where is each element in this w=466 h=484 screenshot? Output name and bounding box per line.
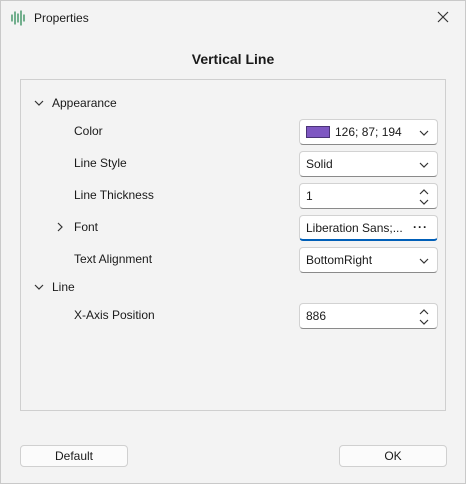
property-row-text-alignment: Text Alignment BottomRight [21, 247, 445, 275]
color-value-container: 126; 87; 194 [306, 120, 402, 144]
line-thickness-stepper[interactable]: 1 [299, 183, 438, 209]
property-row-line-thickness: Line Thickness 1 [21, 183, 445, 211]
group-line-label: Line [52, 280, 75, 294]
line-thickness-label: Line Thickness [74, 188, 154, 202]
line-style-label: Line Style [74, 156, 127, 170]
spin-buttons[interactable] [419, 188, 429, 206]
chevron-down-icon [419, 255, 429, 265]
title-bar: Properties [1, 1, 465, 35]
x-axis-position-stepper[interactable]: 886 [299, 303, 438, 329]
color-value: 126; 87; 194 [335, 125, 402, 139]
color-label: Color [74, 124, 103, 138]
property-row-font: Font Liberation Sans;... ··· [21, 215, 445, 243]
default-button[interactable]: Default [20, 445, 128, 467]
property-row-x-axis-position: X-Axis Position 886 [21, 303, 445, 331]
chevron-down-icon[interactable] [33, 281, 45, 293]
chevron-down-icon [419, 127, 429, 137]
chevron-down-icon [419, 159, 429, 169]
text-alignment-value: BottomRight [306, 253, 373, 267]
line-thickness-value: 1 [306, 189, 313, 203]
chevron-down-icon[interactable] [33, 97, 45, 109]
group-line[interactable]: Line [21, 275, 445, 303]
font-label: Font [74, 220, 99, 234]
text-alignment-dropdown[interactable]: BottomRight [299, 247, 438, 273]
ellipsis-icon[interactable]: ··· [413, 216, 428, 238]
property-row-line-style: Line Style Solid [21, 151, 445, 179]
close-icon [437, 11, 449, 26]
group-appearance[interactable]: Appearance [21, 91, 445, 119]
x-axis-position-value: 886 [306, 309, 327, 323]
line-style-value: Solid [306, 157, 333, 171]
color-swatch [306, 125, 330, 138]
property-row-color: Color 126; 87; 194 [21, 119, 445, 147]
close-button[interactable] [429, 4, 457, 32]
font-value: Liberation Sans;... [306, 221, 403, 235]
spin-buttons[interactable] [419, 308, 429, 326]
font-field[interactable]: Liberation Sans;... ··· [299, 215, 438, 241]
text-alignment-label: Text Alignment [74, 252, 153, 266]
waveform-icon [10, 10, 26, 26]
group-appearance-label: Appearance [52, 96, 117, 110]
color-dropdown[interactable]: 126; 87; 194 [299, 119, 438, 145]
ok-button[interactable]: OK [339, 445, 447, 467]
properties-window: Properties Vertical Line Appearance Colo… [0, 0, 466, 484]
property-grid: Appearance Color 126; 87; 194 Line Style… [20, 79, 446, 411]
dialog-heading: Vertical Line [191, 51, 275, 67]
window-title: Properties [34, 11, 89, 25]
line-style-dropdown[interactable]: Solid [299, 151, 438, 177]
chevron-right-icon[interactable] [54, 221, 66, 233]
x-axis-position-label: X-Axis Position [74, 308, 155, 322]
